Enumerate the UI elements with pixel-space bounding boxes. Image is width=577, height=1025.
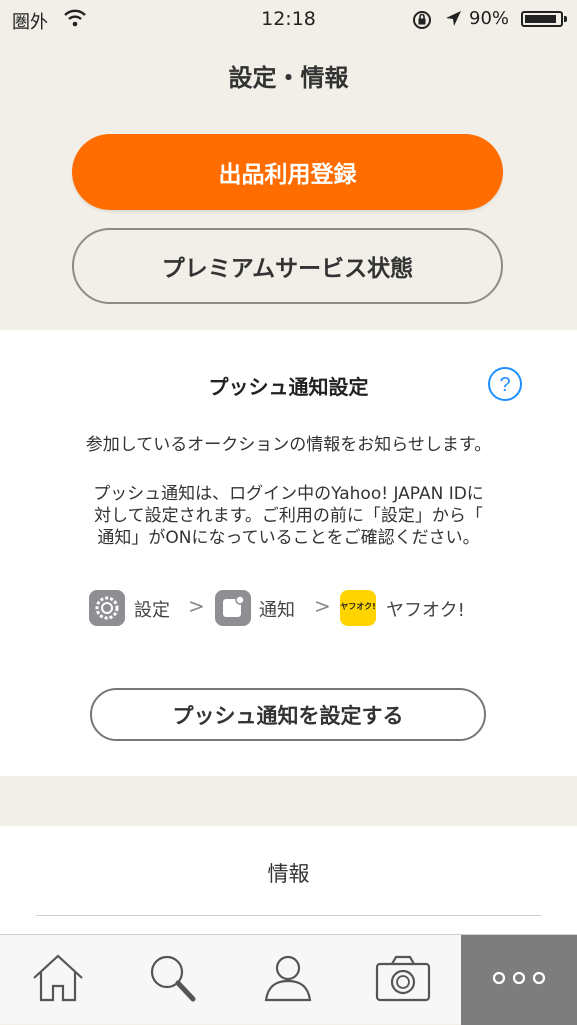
premium-status-button[interactable]: プレミアムサービス状態 (72, 228, 503, 304)
push-note-line: プッシュ通知は、ログイン中のYahoo! JAPAN IDに (93, 484, 484, 504)
tab-home[interactable] (0, 935, 115, 1025)
battery-icon (521, 11, 567, 27)
divider (36, 915, 541, 916)
push-note-line: 対して設定されます。ご利用の前に「設定」から「 (94, 506, 483, 526)
notifications-icon (215, 590, 251, 626)
configure-push-button[interactable]: プッシュ通知を設定する (90, 688, 486, 741)
svg-text:?: ? (499, 374, 510, 396)
settings-gear-icon (89, 590, 125, 626)
profile-icon (260, 952, 316, 1008)
info-section: 情報 (0, 826, 577, 934)
yahuoku-app-icon: ヤフオク! (340, 590, 376, 626)
section-divider-band (0, 776, 577, 826)
app-icon-text: ヤフオク! (340, 602, 376, 611)
status-bar: 圏外 12:18 90% (0, 0, 577, 40)
settings-path: 設定 > 通知 > ヤフオク! ヤフオク! (0, 588, 577, 628)
push-description: 参加しているオークションの情報をお知らせします。 (85, 435, 492, 455)
tab-bar (0, 934, 577, 1025)
chevron-right-icon: > (188, 594, 205, 618)
battery-percent: 90% (469, 8, 510, 29)
tab-more[interactable] (461, 935, 577, 1025)
push-note-line: 通知」がONになっていることをご確認ください。 (97, 528, 480, 548)
help-icon[interactable]: ? (487, 366, 523, 406)
home-icon (30, 952, 86, 1008)
chevron-right-icon: > (314, 594, 331, 618)
search-icon (145, 952, 201, 1008)
rotation-lock-icon (411, 9, 433, 35)
path-notifications-label: 通知 (259, 600, 295, 621)
tab-sell[interactable] (345, 935, 460, 1025)
page-title: 設定・情報 (228, 64, 349, 92)
tab-my-auctions[interactable] (230, 935, 345, 1025)
listing-registration-button[interactable]: 出品利用登録 (72, 134, 503, 210)
more-icon (489, 968, 549, 992)
info-title: 情報 (267, 862, 310, 886)
tab-search[interactable] (115, 935, 230, 1025)
path-settings-label: 設定 (134, 600, 170, 621)
path-app-label: ヤフオク! (386, 600, 465, 621)
location-icon (443, 9, 463, 33)
push-note: プッシュ通知は、ログイン中のYahoo! JAPAN IDに 対して設定されます… (30, 483, 547, 549)
camera-icon (374, 952, 432, 1008)
